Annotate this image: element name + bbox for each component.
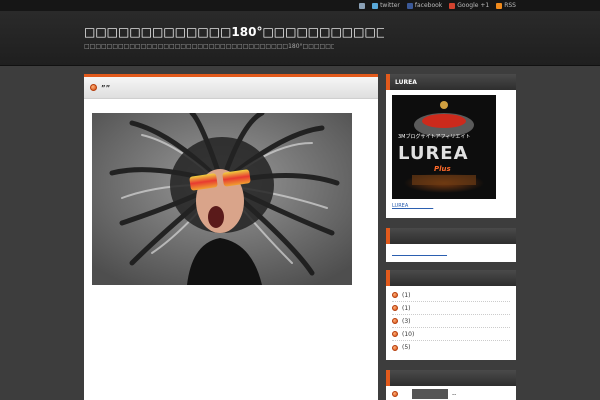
- rss-icon: [496, 2, 503, 9]
- bullet-icon: [392, 331, 398, 337]
- twitter-icon: [372, 2, 379, 9]
- lurea-banner[interactable]: 3Mブログサイトアフィリエイト LUREA Plus: [392, 95, 496, 199]
- category-item[interactable]: (5): [392, 341, 510, 354]
- bullet-icon: [392, 344, 398, 351]
- widget-categories: (1) (1) (3) (10) (5): [386, 270, 516, 360]
- top-bar: twitter facebook Google +1 RSS: [0, 0, 600, 12]
- recent-item-label[interactable]: --: [452, 391, 456, 398]
- facebook-link[interactable]: facebook: [406, 1, 443, 10]
- bullet-icon: [392, 305, 398, 311]
- facebook-icon: [406, 2, 413, 9]
- post-image-graphic: [92, 113, 352, 285]
- widget-recent-title: [386, 370, 516, 386]
- widget-links-link[interactable]: [392, 249, 510, 256]
- widget-lurea-title: LUREA: [386, 74, 516, 90]
- lurea-banner-plus: Plus: [434, 165, 451, 173]
- category-count: (10): [402, 330, 415, 338]
- category-item[interactable]: (10): [392, 328, 510, 341]
- social-links: twitter facebook Google +1 RSS: [359, 1, 516, 10]
- widget-categories-title: [386, 270, 516, 286]
- widget-lurea: LUREA 3Mブログサイトアフィリエイト LUREA Plus LUREA: [386, 74, 516, 218]
- category-count: (1): [402, 304, 411, 312]
- rss-label: RSS: [504, 2, 516, 9]
- category-item[interactable]: (1): [392, 289, 510, 302]
- category-item[interactable]: (1): [392, 302, 510, 315]
- widget-recent: --: [386, 370, 516, 400]
- category-item[interactable]: (3): [392, 315, 510, 328]
- site-description: □□□□□□□□□□□□□□□□□□□□□□□□□□□□□□□□□□□□180°…: [84, 43, 334, 50]
- bullet-icon: [90, 84, 97, 91]
- google-plus-icon: [449, 2, 456, 9]
- facebook-label: facebook: [414, 2, 443, 9]
- category-count: (5): [402, 344, 411, 351]
- home-link[interactable]: [359, 2, 366, 9]
- widget-links: [386, 228, 516, 262]
- site-title[interactable]: □□□□□□□□□□□□□180°□□□□□□□□□□□□□□□□□□□□□□□…: [84, 25, 384, 39]
- widget-links-title: [386, 228, 516, 244]
- category-count: (1): [402, 291, 411, 299]
- post-header: ””: [84, 77, 378, 99]
- home-icon: [359, 2, 366, 9]
- bullet-icon: [392, 391, 398, 397]
- rss-link[interactable]: RSS: [496, 1, 516, 10]
- post-image: [92, 113, 352, 285]
- main-content: ””: [84, 74, 378, 400]
- bullet-icon: [392, 292, 398, 298]
- post-title[interactable]: ””: [101, 84, 110, 92]
- google-plus-label: Google +1: [457, 2, 490, 9]
- twitter-link[interactable]: twitter: [372, 1, 400, 10]
- recent-thumbnail[interactable]: [412, 389, 448, 399]
- site-header: □□□□□□□□□□□□□180°□□□□□□□□□□□ □□□□□□□□□□□□…: [0, 12, 600, 66]
- category-count: (3): [402, 317, 411, 325]
- google-plus-link[interactable]: Google +1: [449, 1, 489, 10]
- lurea-link[interactable]: LUREA: [392, 202, 510, 209]
- lurea-banner-tagline: 3Mブログサイトアフィリエイト: [398, 134, 471, 140]
- lurea-banner-logo: LUREA: [398, 143, 469, 164]
- bullet-icon: [392, 318, 398, 324]
- twitter-label: twitter: [380, 2, 400, 9]
